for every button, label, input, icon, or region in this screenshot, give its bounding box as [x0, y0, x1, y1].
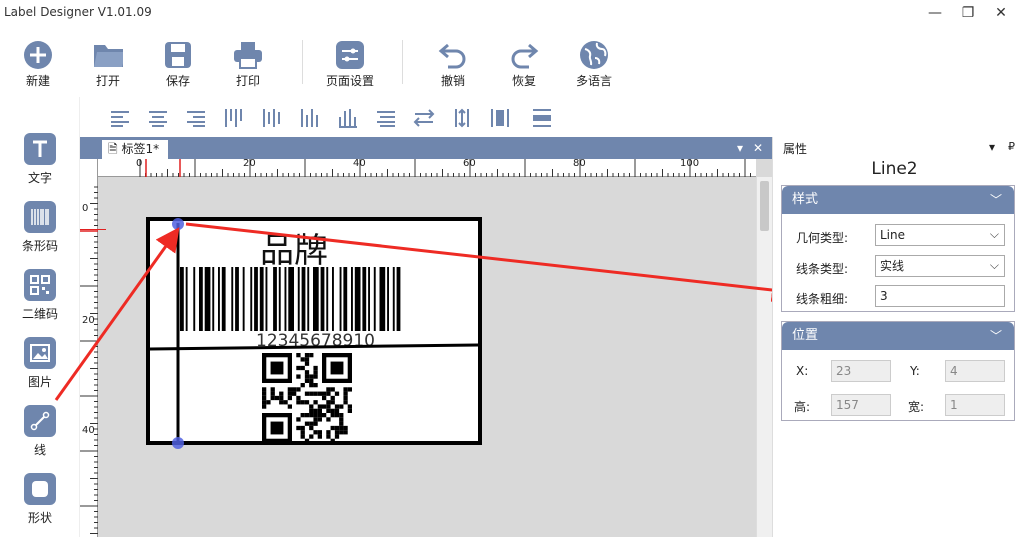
horizontal-spacing-icon[interactable]: [411, 105, 437, 131]
style-header-text: 样式: [792, 192, 819, 207]
folder-icon: [93, 40, 123, 70]
page-setup-label: 页面设置: [325, 74, 374, 88]
object-name: Line2: [871, 159, 918, 179]
align-right-icon[interactable]: [183, 105, 209, 131]
x-input[interactable]: 23: [831, 360, 891, 382]
undo-button[interactable]: 撤销: [425, 34, 481, 94]
pin-icon[interactable]: ▾: [989, 140, 995, 154]
qrcode-icon: [24, 269, 56, 301]
y-label: Y:: [910, 364, 920, 378]
save-label: 保存: [165, 74, 190, 88]
globe-icon: [579, 40, 609, 70]
app-title: Label Designer V1.01.09: [4, 5, 152, 19]
width-label: 宽:: [908, 400, 925, 414]
height-input[interactable]: 157: [831, 394, 891, 416]
toolbar-divider: [402, 40, 403, 84]
style-section-header[interactable]: 样式 ﹀: [782, 186, 1014, 214]
undo-icon: [438, 40, 468, 70]
qrcode-tool-label: 二维码: [21, 307, 58, 321]
printer-icon: [233, 40, 263, 70]
document-area: 🗎 标签1* ▾ ✕ mm 0 20 40 60 80 100 0 20 40 …: [80, 137, 772, 537]
line-width-input[interactable]: 3: [875, 285, 1005, 307]
new-button[interactable]: 新建: [10, 34, 66, 94]
properties-panel: 属性 ▾ ₽ Line2 样式 ﹀ 几何类型: Line 线条类型: 实线 线条…: [772, 137, 1015, 537]
line-tool[interactable]: 线: [14, 405, 66, 465]
chevron-down-icon[interactable]: ﹀: [990, 186, 1002, 214]
open-button[interactable]: 打开: [80, 34, 136, 94]
restore-button[interactable]: ❐: [953, 0, 983, 26]
barcode-tool[interactable]: 条形码: [14, 201, 66, 261]
distribute-lines-icon[interactable]: [373, 105, 399, 131]
sliders-icon: [335, 40, 365, 70]
tools-sidebar: 文字 条形码 二维码 图片 线 形状: [0, 97, 80, 537]
align-top-icon[interactable]: [221, 105, 247, 131]
main-toolbar: 新建 打开 保存 打印 页面设置 撤销 恢复 多语言: [0, 28, 1015, 96]
line-icon: [24, 405, 56, 437]
distribute-bottom-icon[interactable]: [335, 105, 361, 131]
geometry-type-value: Line: [880, 228, 906, 242]
undo-label: 撤销: [440, 74, 465, 88]
image-icon: [24, 337, 56, 369]
plus-icon: [23, 40, 53, 70]
same-height-icon[interactable]: [529, 105, 555, 131]
page-setup-button[interactable]: 页面设置: [318, 34, 382, 94]
print-button[interactable]: 打印: [220, 34, 276, 94]
redo-label: 恢复: [511, 74, 536, 88]
shape-icon: [24, 473, 56, 505]
width-input[interactable]: 1: [945, 394, 1005, 416]
print-label: 打印: [235, 74, 260, 88]
align-middle-icon[interactable]: [259, 105, 285, 131]
align-left-icon[interactable]: [107, 105, 133, 131]
barcode-icon: [24, 201, 56, 233]
barcode-tool-label: 条形码: [21, 239, 58, 253]
minimize-button[interactable]: —: [920, 0, 950, 26]
language-button[interactable]: 多语言: [566, 34, 622, 94]
position-section-header[interactable]: 位置 ﹀: [782, 322, 1014, 350]
redo-button[interactable]: 恢复: [496, 34, 552, 94]
alignment-toolbar: [80, 97, 772, 137]
style-section: 样式 ﹀ 几何类型: Line 线条类型: 实线 线条粗细: 3: [781, 185, 1015, 312]
geometry-type-label: 几何类型:: [796, 231, 849, 245]
redo-icon: [509, 40, 539, 70]
same-width-icon[interactable]: [487, 105, 513, 131]
line-start-handle[interactable]: [172, 218, 184, 230]
line-type-value: 实线: [880, 259, 905, 273]
y-input[interactable]: 4: [945, 360, 1005, 382]
toolbar-divider: [302, 40, 303, 84]
save-button[interactable]: 保存: [150, 34, 206, 94]
selection-overlay: [149, 218, 479, 449]
image-tool[interactable]: 图片: [14, 337, 66, 397]
position-section: 位置 ﹀ X: 23 Y: 4 高: 157 宽: 1: [781, 321, 1015, 421]
shape-tool[interactable]: 形状: [14, 473, 66, 533]
text-icon: [24, 133, 56, 165]
horizontal-line[interactable]: [149, 343, 479, 351]
image-tool-label: 图片: [27, 375, 52, 389]
line-width-label: 线条粗细:: [796, 292, 849, 306]
title-bar: Label Designer V1.01.09 — ❐ ✕: [0, 0, 1015, 28]
align-center-icon[interactable]: [145, 105, 171, 131]
position-header-text: 位置: [792, 328, 819, 343]
floppy-icon: [163, 40, 193, 70]
x-label: X:: [796, 364, 809, 378]
chevron-down-icon[interactable]: ﹀: [990, 322, 1002, 350]
shape-tool-label: 形状: [27, 511, 52, 525]
properties-title: 属性: [783, 142, 808, 156]
panel-edge-icon: ₽: [1008, 140, 1015, 153]
line-type-select[interactable]: 实线: [875, 255, 1005, 277]
align-bottom-icon[interactable]: [297, 105, 323, 131]
qrcode-tool[interactable]: 二维码: [14, 269, 66, 329]
open-label: 打开: [95, 74, 120, 88]
line-end-handle[interactable]: [172, 437, 184, 449]
line-tool-label: 线: [33, 443, 46, 457]
close-button[interactable]: ✕: [986, 0, 1015, 26]
new-label: 新建: [25, 74, 50, 88]
geometry-type-select[interactable]: Line: [875, 224, 1005, 246]
language-label: 多语言: [575, 74, 612, 88]
text-tool[interactable]: 文字: [14, 133, 66, 193]
vertical-spacing-icon[interactable]: [449, 105, 475, 131]
line-type-label: 线条类型:: [796, 262, 849, 276]
height-label: 高:: [794, 400, 811, 414]
text-tool-label: 文字: [27, 171, 52, 185]
